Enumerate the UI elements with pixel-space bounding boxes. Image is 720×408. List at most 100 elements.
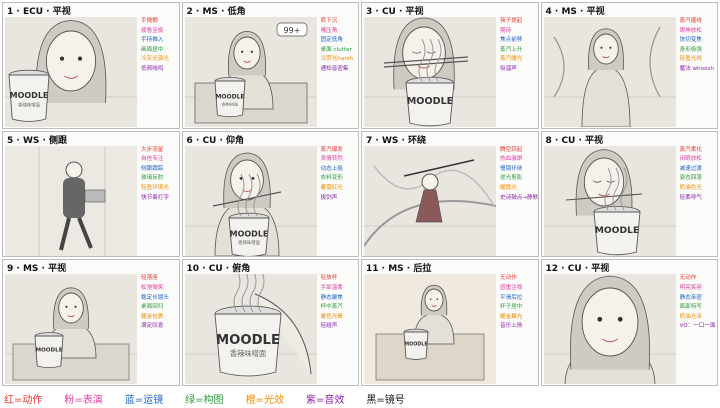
note-pink: 感重注视 <box>500 284 523 291</box>
note-green: 面部特写 <box>679 304 702 311</box>
shot-panel: 9 · MS · 平视 MOODLE 轻落座 松弛微笑 稳定长镜头 桌面回归 暖金包裹满… <box>2 259 180 386</box>
note-orange: 冷灰光源光 <box>141 56 169 63</box>
shot-illustration <box>543 17 676 127</box>
note-red: 肩下沉 <box>320 18 338 24</box>
note-blue: 平滑后拉 <box>500 294 523 301</box>
shot-illustration: MOODLE <box>5 274 137 385</box>
shot-notes: 无动作 感重注视 平滑后拉 杯子居中 暖金聚光 音乐上扬 <box>500 274 538 331</box>
shot-illustration: MOODLE 香辣味噌面 <box>184 274 317 385</box>
product-sub: 香辣味噌面 <box>221 101 238 106</box>
note-purple: 吸溜声 <box>500 65 517 72</box>
legend-item-purple: 紫=音效 <box>305 394 345 406</box>
product-label: MOODLE <box>407 96 454 107</box>
shot-title: 2 · MS · 低角 <box>186 7 246 17</box>
note-purple: 拔剑声 <box>320 194 338 201</box>
shot-notes: 蒸汽柔化 闭眼放松 减速过渡 姿态回落 奶油色光 轻柔呼气 <box>680 146 718 203</box>
legend-item-black: 黑=镜号 <box>366 394 405 406</box>
shot-title: 11 · MS · 后拉 <box>366 264 432 275</box>
note-red: 无动作 <box>679 275 697 282</box>
note-pink: 闭眼放松 <box>679 156 702 163</box>
note-purple: 音乐上扬 <box>500 323 523 330</box>
note-orange: 蒸汽暖光 <box>500 56 523 63</box>
shot-illustration: MOODLE 香辣味噌面 <box>184 145 317 256</box>
shot-panel: 7 · WS · 环绕腾空跃起热血激昂慢镜环绕逆光剪影暖霞光史诗鼓点→静默 <box>361 130 539 258</box>
note-orange: 暖色光晕 <box>320 313 343 320</box>
shot-panel: 2 · MS · 低角 MOODLE 香辣味噌面 99+ 肩下沉 嘴压角 固定低角 桌面… <box>181 2 359 129</box>
shot-illustration: MOODLE 香辣味噌面 99+ <box>184 17 317 127</box>
note-blue: 稳定长镜头 <box>141 294 169 301</box>
shot-title: 4 · MS · 平视 <box>545 7 605 17</box>
storyboard-grid: 1 · ECU · 平视 MOODLE 香辣味噌面 手微颤 疲惫至极 手持推入 画面居… <box>2 2 718 386</box>
shot-notes: 蒸汽爆发 表情转烈 动态上摇 衣料变形 暮霭红光 拔剑声 <box>321 146 359 203</box>
product-sub: 香辣味噌面 <box>238 239 261 246</box>
product-label: MOODLE <box>594 224 639 235</box>
shot-panel: 3 · CU · 平视 MOODLE 筷子提起 期待 焦点前移 蒸汽上升 蒸汽暖光 吸溜声 <box>361 2 539 129</box>
note-orange: 暮霭红光 <box>320 185 343 192</box>
shot-illustration: MOODLE <box>364 17 496 127</box>
shot-title: 7 · WS · 环绕 <box>366 135 427 146</box>
note-red: 蒸汽缠绕 <box>679 18 702 24</box>
shot-illustration: MOODLE <box>543 145 676 256</box>
shot-title: 1 · ECU · 平视 <box>7 7 71 17</box>
note-green: 杯子居中 <box>500 304 523 311</box>
shot-notes: 轻落座 松弛微笑 稳定长镜头 桌面回归 暖金包裹 满足叹息 <box>141 274 179 331</box>
note-purple: 轻柔呼气 <box>679 194 702 201</box>
product-label: MOODLE <box>216 333 280 348</box>
shot-title: 8 · CU · 平视 <box>545 135 604 146</box>
note-blue: 慢镜环绕 <box>500 165 523 172</box>
note-green: 身形极强 <box>679 46 702 53</box>
note-orange: 冷荧光harsh <box>320 56 354 63</box>
note-purple: 史诗鼓点→静默 <box>500 194 538 201</box>
shot-panel: 10 · CU · 俯角 MOODLE 香辣味噌面 轻放杯 手部温柔 静态聚焦 杯中蒸… <box>181 259 359 386</box>
shot-illustration <box>5 145 137 256</box>
color-legend: 红=动作 粉=表演 蓝=运镜 绿=构图 橙=光效 紫=音效 黑=镜号 <box>4 390 716 406</box>
note-red: 无动作 <box>500 275 517 282</box>
note-red: 腾空跃起 <box>500 146 523 153</box>
product-label: MOODLE <box>404 342 427 348</box>
shot-panel: 1 · ECU · 平视 MOODLE 香辣味噌面 手微颤 疲惫至极 手持推入 画面居… <box>2 2 180 129</box>
note-blue: 侧跟跟踪 <box>141 165 164 172</box>
note-orange: 轻盈环境光 <box>141 185 169 192</box>
note-blue: 固定低角 <box>320 37 343 44</box>
product-label: MOODLE <box>10 91 49 100</box>
shot-panel: 12 · CU · 平视 无动作 明亮笑容 静态亲密 面部特写 奶油光泽 VO：一口一面 … <box>540 259 718 386</box>
note-green: 逆光剪影 <box>500 175 523 182</box>
shot-title: 3 · CU · 平视 <box>366 7 424 17</box>
note-orange: 奶油色光 <box>679 185 702 192</box>
note-orange: 暖霞光 <box>500 185 517 192</box>
shot-panel: 4 · MS · 平视 蒸汽缠绕 眼神放松 快切变焦 身形极强 轻盈光线 魔法 whoos… <box>540 2 718 129</box>
shot-panel: 11 · MS · 后拉 MOODLE 无动作 感重注视 平滑后拉 杯子居中 暖金聚光音… <box>361 259 539 386</box>
storyboard-board: 1 · ECU · 平视 MOODLE 香辣味噌面 手微颤 疲惫至极 手持推入 画面居… <box>0 0 720 408</box>
shot-illustration: MOODLE 香辣味噌面 <box>5 17 137 127</box>
note-orange: 轻盈光线 <box>679 56 702 63</box>
shot-notes: 无动作明亮笑容静态亲密面部特写奶油光泽 VO：一口一面 千面最爱 <box>680 274 718 331</box>
shot-notes: 蒸汽缠绕 眼神放松 快切变焦 身形极强 轻盈光线 魔法 whoosh <box>680 17 718 74</box>
shot-title: 12 · CU · 平视 <box>545 264 610 275</box>
note-green: 衣料变形 <box>320 175 343 182</box>
legend-item-pink: 粉=表演 <box>64 394 103 406</box>
product-label: MOODLE <box>229 229 268 238</box>
shot-panel: 5 · WS · 侧跟 大步流星 自信专注 侧跟跟踪 玻璃反射 轻盈环境光 快节奏打字 <box>2 130 180 258</box>
note-pink: 热血激昂 <box>500 156 523 163</box>
note-pink: 表情转烈 <box>320 156 343 163</box>
shot-title: 9 · MS · 平视 <box>7 264 67 275</box>
product-sub: 香辣味噌面 <box>229 349 265 358</box>
note-purple: 快节奏打字 <box>141 194 169 201</box>
note-red: 筷子提起 <box>500 18 523 24</box>
shot-illustration <box>543 274 676 385</box>
legend-item-red: 红=动作 <box>4 394 43 406</box>
note-pink: 嘴压角 <box>320 27 338 34</box>
note-red: 轻落座 <box>141 275 158 282</box>
note-blue: 静态亲密 <box>679 294 702 301</box>
shot-notes: 大步流星 自信专注 侧跟跟踪 玻璃反射 轻盈环境光 快节奏打字 <box>141 146 179 203</box>
note-red: 轻放杯 <box>320 275 338 282</box>
note-blue: 快切变焦 <box>679 37 702 44</box>
shot-title: 5 · WS · 侧跟 <box>7 135 68 146</box>
note-green: 杯中蒸汽 <box>320 304 343 311</box>
note-pink: 疲惫至极 <box>141 27 164 34</box>
product-sub: 香辣味噌面 <box>18 102 41 109</box>
note-purple: 低频嗡鸣 <box>141 65 164 72</box>
note-orange: 暖金包裹 <box>141 313 164 320</box>
shot-title: 10 · CU · 俯角 <box>186 264 251 275</box>
note-pink: 手部温柔 <box>320 284 343 291</box>
